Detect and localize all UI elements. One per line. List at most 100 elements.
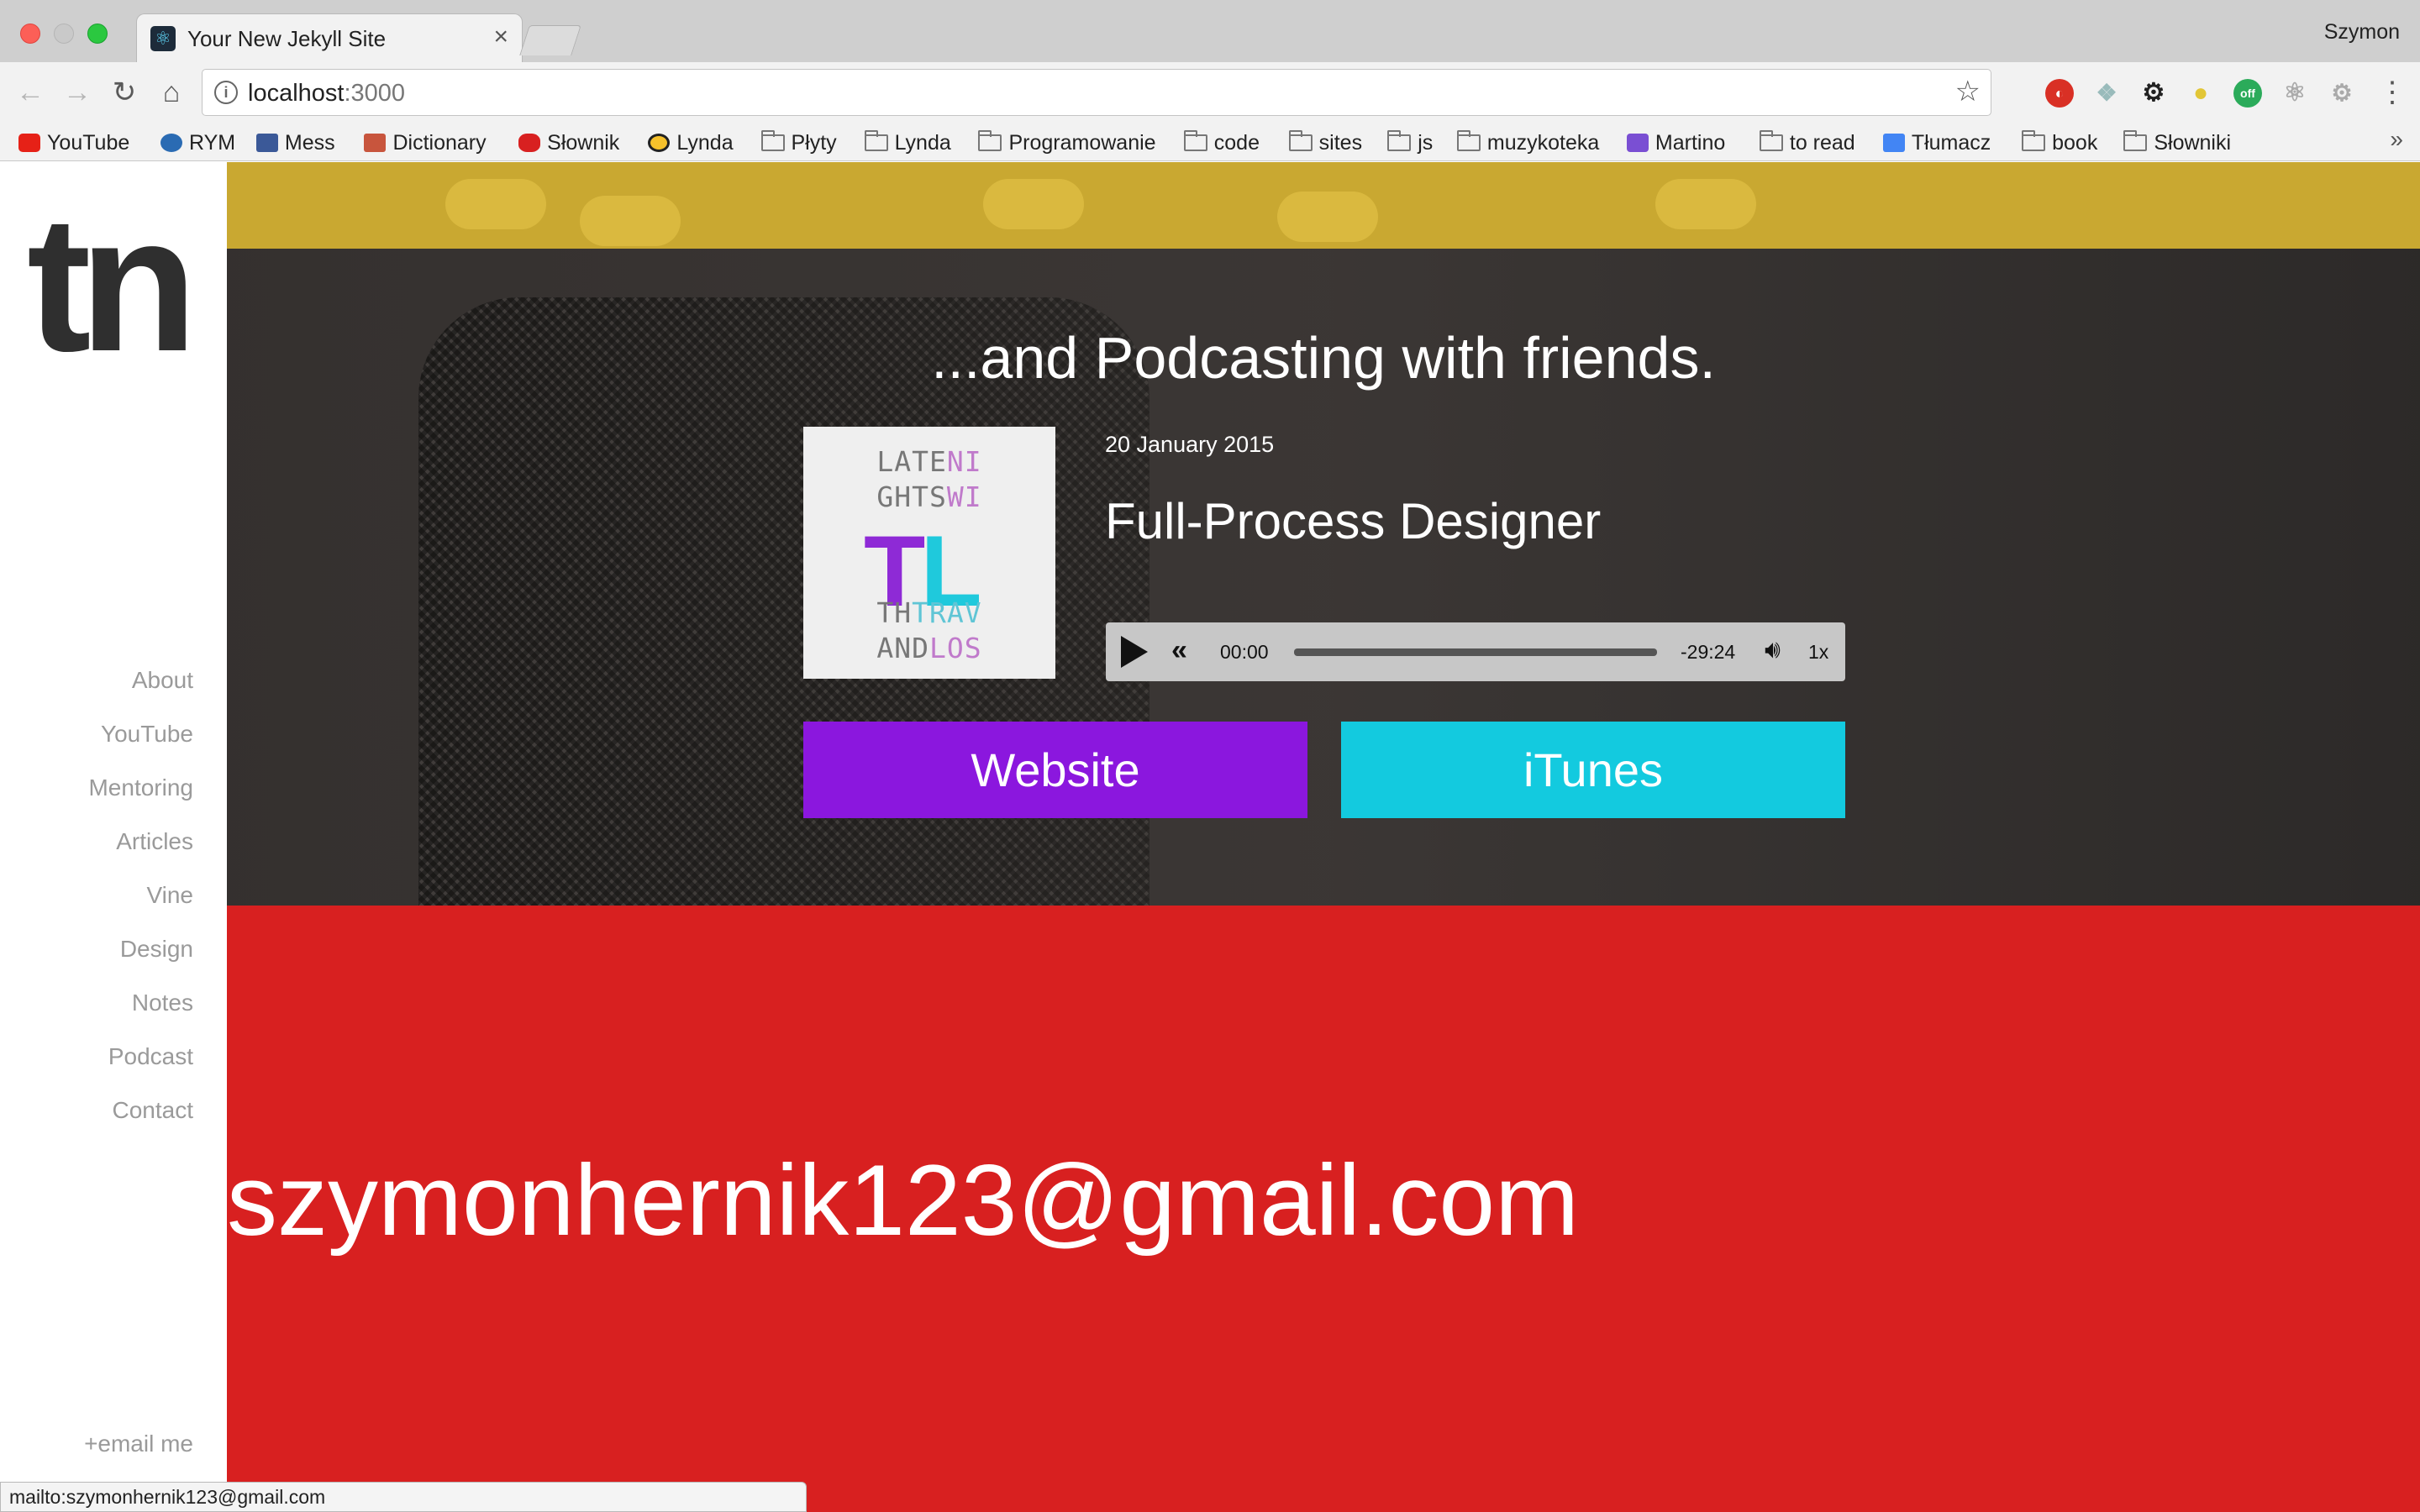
- site-logo[interactable]: tn: [27, 187, 197, 381]
- folder-icon: [1456, 130, 1481, 151]
- seek-bar[interactable]: [1294, 648, 1657, 656]
- website-button[interactable]: Website: [803, 722, 1307, 818]
- current-time: 00:00: [1220, 641, 1269, 663]
- folder-icon: [978, 130, 1002, 151]
- contact-section: szymonhernik123@gmail.com: [227, 906, 2420, 1512]
- folder-icon: [760, 130, 785, 151]
- sidebar-item-podcast[interactable]: Podcast: [88, 1030, 193, 1084]
- tab-title: Your New Jekyll Site: [187, 26, 387, 51]
- react-devtools-icon[interactable]: ⚛: [2281, 79, 2309, 108]
- cambridge-icon: [364, 134, 387, 152]
- sidebar-item-design[interactable]: Design: [88, 922, 193, 976]
- play-icon[interactable]: [1121, 636, 1148, 668]
- bookmark-label: Słownik: [547, 130, 620, 155]
- bookmark-item[interactable]: sites: [1288, 128, 1363, 158]
- sidebar-item-youtube[interactable]: YouTube: [88, 707, 193, 761]
- url-host: localhost: [248, 80, 345, 107]
- sidebar-item-articles[interactable]: Articles: [88, 815, 193, 869]
- window-maximize-button[interactable]: [87, 24, 108, 44]
- cover-text-line: GHTSWI: [803, 480, 1055, 513]
- bookmark-label: Mess: [284, 130, 335, 155]
- address-bar[interactable]: i localhost:3000 ☆: [202, 69, 1991, 116]
- sidebar-item-about[interactable]: About: [88, 654, 193, 707]
- folder-icon: [864, 130, 888, 151]
- extension-off-icon[interactable]: off: [2233, 79, 2262, 108]
- new-tab-button[interactable]: [519, 25, 581, 55]
- podcast-heading: ...and Podcasting with friends.: [931, 325, 1716, 391]
- sidebar-item-mentoring[interactable]: Mentoring: [88, 761, 193, 815]
- bookmark-item[interactable]: Dictionary: [364, 128, 487, 158]
- folder-icon: [2022, 130, 2046, 151]
- rym-icon: [160, 134, 183, 152]
- cover-text-accent: WI: [946, 480, 982, 513]
- youtube-icon: [18, 134, 41, 152]
- bookmark-item[interactable]: YouTube: [18, 128, 129, 158]
- bookmark-star-icon[interactable]: ☆: [1955, 75, 1981, 108]
- email-me-link[interactable]: +email me: [84, 1431, 193, 1457]
- martino-icon: [1626, 134, 1649, 152]
- bookmark-item[interactable]: book: [2022, 128, 2097, 158]
- sidebar-item-contact[interactable]: Contact: [88, 1084, 194, 1137]
- cover-text-accent: TRAV: [912, 596, 982, 629]
- bookmark-item[interactable]: Tłumacz: [1882, 128, 1991, 158]
- cover-text-accent: LOS: [929, 632, 982, 664]
- bookmark-item[interactable]: muzykoteka: [1456, 128, 1600, 158]
- bookmark-item[interactable]: RYM: [160, 128, 235, 158]
- home-icon[interactable]: ⌂: [155, 76, 188, 109]
- sidebar-item-notes[interactable]: Notes: [88, 976, 193, 1030]
- extension-red-icon[interactable]: ◐: [2045, 79, 2074, 108]
- bookmark-label: Martino: [1655, 130, 1726, 155]
- reload-icon[interactable]: ↻: [108, 76, 141, 109]
- bookmark-item[interactable]: Płyty: [760, 128, 837, 158]
- bookmark-label: muzykoteka: [1486, 130, 1600, 155]
- bookmark-label: RYM: [189, 130, 236, 155]
- bookmark-item[interactable]: Programowanie: [978, 128, 1156, 158]
- bookmark-item[interactable]: Mess: [255, 128, 335, 158]
- rewind-icon[interactable]: «: [1171, 634, 1187, 667]
- browser-tab[interactable]: ⚛ Your New Jekyll Site ×: [136, 13, 523, 62]
- contact-email-link[interactable]: szymonhernik123@gmail.com: [227, 1142, 1579, 1258]
- cover-text-accent: NI: [946, 445, 982, 478]
- tab-close-icon[interactable]: ×: [493, 23, 508, 51]
- profile-name[interactable]: Szymon: [2324, 20, 2400, 45]
- bookmark-item[interactable]: Martino: [1626, 128, 1726, 158]
- google-translate-icon: [1882, 134, 1905, 152]
- bookmark-item[interactable]: Słownik: [518, 128, 619, 158]
- cover-text-part: LATE: [876, 445, 947, 478]
- browser-menu-icon[interactable]: ⋮: [2378, 76, 2407, 109]
- folder-icon: [1288, 130, 1313, 151]
- sidebar-item-vine[interactable]: Vine: [88, 869, 193, 922]
- bookmarks-overflow-icon[interactable]: »: [2390, 126, 2403, 153]
- audio-player: « 00:00 -29:24 🔊︎ 1x: [1106, 622, 1845, 681]
- bookmark-item[interactable]: code: [1183, 128, 1260, 158]
- url-port: :3000: [344, 80, 406, 107]
- cover-text-part: GHTS: [876, 480, 947, 513]
- bookmark-item[interactable]: to read: [1759, 128, 1855, 158]
- itunes-button[interactable]: iTunes: [1341, 722, 1845, 818]
- window-close-button[interactable]: [20, 24, 40, 44]
- window-minimize-button[interactable]: [54, 24, 74, 44]
- volume-icon[interactable]: 🔊︎: [1765, 636, 1781, 664]
- bookmark-item[interactable]: Lynda: [864, 128, 951, 158]
- bookmark-item[interactable]: js: [1387, 128, 1433, 158]
- playback-speed-button[interactable]: 1x: [1808, 641, 1828, 664]
- bookmark-label: js: [1418, 130, 1434, 155]
- colorful-extension-icon[interactable]: ●: [2186, 79, 2215, 108]
- folder-icon: [1387, 130, 1412, 151]
- sidebar-nav: About YouTube Mentoring Articles Vine Design N…: [88, 654, 193, 1137]
- cover-text-part: TH: [876, 596, 913, 629]
- bookmark-label: sites: [1318, 130, 1363, 155]
- bookmark-item[interactable]: Słowniki: [2123, 128, 2231, 158]
- forward-arrow-icon[interactable]: →: [60, 76, 94, 109]
- info-icon[interactable]: i: [214, 81, 238, 104]
- back-arrow-icon[interactable]: ←: [13, 76, 47, 109]
- extension-grey-icon[interactable]: ⚙: [2328, 79, 2356, 108]
- cover-text-line: LATENI: [803, 445, 1055, 478]
- bookmark-item[interactable]: Lynda: [648, 128, 734, 158]
- decorative-blob: [1655, 179, 1756, 229]
- podcast-cover-art: TL LATENI GHTSWI THTRAV ANDLOS: [803, 427, 1055, 679]
- episode-title: Full-Process Designer: [1105, 493, 1602, 549]
- gear-extension-icon[interactable]: ⚙: [2139, 79, 2168, 108]
- dropbox-icon[interactable]: ❖: [2092, 79, 2121, 108]
- cover-text-line: ANDLOS: [803, 632, 1055, 664]
